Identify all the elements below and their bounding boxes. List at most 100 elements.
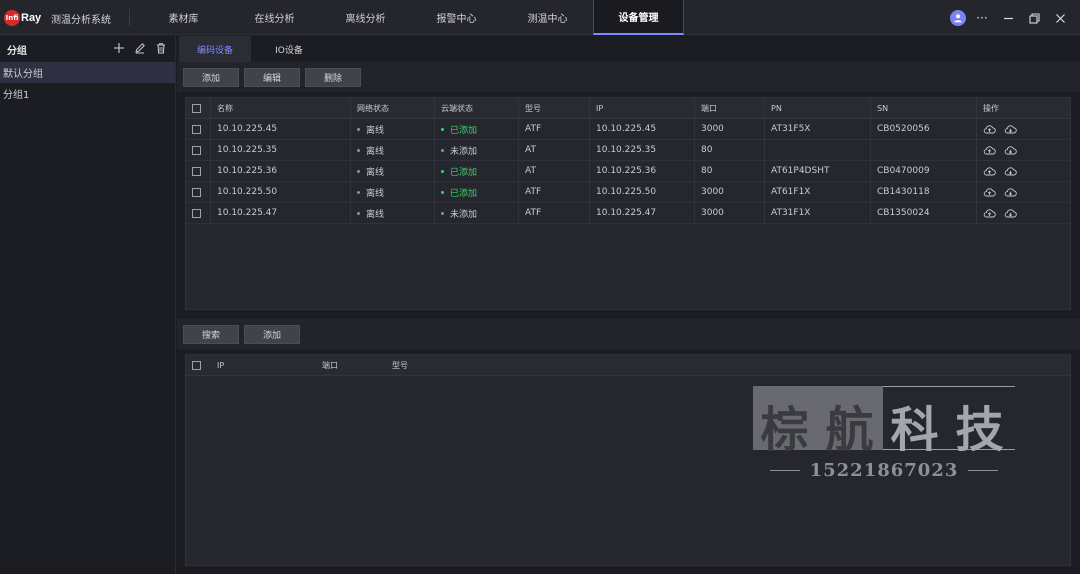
watermark-char: 航 bbox=[825, 402, 876, 458]
nav-tab-online-analysis[interactable]: 在线分析 bbox=[229, 0, 320, 35]
nav-tab-material[interactable]: 素材库 bbox=[138, 0, 229, 35]
group-sidebar: 分组 默认分组 分组1 bbox=[0, 36, 176, 574]
sidebar-item-group-1[interactable]: 分组1 bbox=[0, 83, 175, 104]
select-cell bbox=[186, 119, 211, 139]
user-avatar-icon[interactable] bbox=[950, 10, 966, 26]
minimize-icon[interactable] bbox=[998, 8, 1018, 28]
watermark-line bbox=[769, 469, 800, 471]
watermark-text: 棕 航 科 技 bbox=[753, 390, 1015, 458]
cell-ip: 10.10.225.50 bbox=[590, 182, 695, 202]
cell-pn-text: AT61P4DSHT bbox=[771, 166, 830, 176]
select-all-checkbox[interactable] bbox=[192, 360, 201, 370]
cell-ip-text: 10.10.225.35 bbox=[596, 145, 657, 155]
device-toolbar: 添加 编辑 删除 bbox=[177, 62, 1080, 92]
row-checkbox[interactable] bbox=[192, 187, 201, 197]
cell-port-text: 3000 bbox=[701, 208, 724, 218]
delete-device-button[interactable]: 删除 bbox=[305, 67, 361, 87]
table-row[interactable]: 10.10.225.36 离线 已添加 AT 10.10.225.36 80 AT61P4D… bbox=[186, 161, 1070, 182]
cell-port: 80 bbox=[695, 161, 765, 181]
cell-actions bbox=[977, 119, 1070, 139]
device-table-body: 10.10.225.45 离线 已添加 ATF 10.10.225.45 3000 AT31… bbox=[186, 119, 1070, 224]
cloud-download-icon[interactable] bbox=[1004, 144, 1017, 157]
nav-tab-alarm-center[interactable]: 报警中心 bbox=[411, 0, 502, 35]
cell-name: 10.10.225.35 bbox=[211, 140, 351, 160]
cell-ip: 10.10.225.36 bbox=[590, 161, 695, 181]
select-all-cell bbox=[186, 98, 211, 118]
search-button[interactable]: 搜索 bbox=[183, 324, 239, 344]
cell-pn-text: AT31F1X bbox=[771, 208, 811, 218]
cell-pn-text: AT61F1X bbox=[771, 187, 811, 197]
cloud-download-icon[interactable] bbox=[1004, 165, 1017, 178]
table-header: 名称 网络状态 云端状态 型号 IP 端口 PN SN 操作 bbox=[186, 98, 1070, 119]
header-actions: 操作 bbox=[983, 103, 999, 113]
header-model: 型号 bbox=[392, 360, 408, 370]
cell-ip: 10.10.225.47 bbox=[590, 203, 695, 223]
cloud-upload-icon[interactable] bbox=[983, 165, 996, 178]
tab-encoding-device[interactable]: 编码设备 bbox=[179, 36, 251, 62]
nav-tab-temperature-center[interactable]: 测温中心 bbox=[502, 0, 593, 35]
row-checkbox[interactable] bbox=[192, 124, 201, 134]
cell-actions bbox=[977, 203, 1070, 223]
delete-group-icon[interactable] bbox=[155, 42, 167, 54]
device-type-tabs: 编码设备 IO设备 bbox=[177, 36, 1080, 62]
more-icon[interactable]: ··· bbox=[972, 8, 992, 28]
cloud-upload-icon[interactable] bbox=[983, 144, 996, 157]
sidebar-item-default-group[interactable]: 默认分组 bbox=[0, 62, 175, 83]
cloud-upload-icon[interactable] bbox=[983, 207, 996, 220]
cloud-download-icon[interactable] bbox=[1004, 186, 1017, 199]
title-divider bbox=[129, 9, 130, 26]
row-checkbox[interactable] bbox=[192, 208, 201, 218]
cell-model: AT bbox=[519, 161, 590, 181]
cell-model-text: ATF bbox=[525, 187, 542, 197]
select-all-checkbox[interactable] bbox=[192, 103, 201, 113]
restore-icon[interactable] bbox=[1024, 8, 1044, 28]
main-content: 编码设备 IO设备 添加 编辑 删除 名称 网络状态 云端状态 型号 IP 端口… bbox=[177, 36, 1080, 574]
cloud-upload-icon[interactable] bbox=[983, 186, 996, 199]
add-device-button[interactable]: 添加 bbox=[183, 67, 239, 87]
tab-io-device[interactable]: IO设备 bbox=[253, 36, 325, 62]
cell-sn: CB1430118 bbox=[871, 182, 977, 202]
edit-group-icon[interactable] bbox=[134, 42, 146, 54]
close-icon[interactable] bbox=[1050, 8, 1070, 28]
cell-model-text: AT bbox=[525, 145, 536, 155]
header-model: 型号 bbox=[519, 98, 590, 118]
cell-pn: AT61P4DSHT bbox=[765, 161, 871, 181]
table-row[interactable]: 10.10.225.50 离线 已添加 ATF 10.10.225.50 3000 AT61… bbox=[186, 182, 1070, 203]
cloud-download-icon[interactable] bbox=[1004, 207, 1017, 220]
watermark-phone-row: 15221867023 bbox=[753, 459, 1015, 481]
logo-mark: Infi bbox=[4, 9, 20, 26]
header-ip: IP bbox=[217, 360, 225, 370]
logo-text: Ray bbox=[21, 11, 42, 24]
table-row[interactable]: 10.10.225.47 离线 未添加 ATF 10.10.225.47 3000 AT31… bbox=[186, 203, 1070, 224]
cell-pn bbox=[765, 140, 871, 160]
nav-tab-device-management[interactable]: 设备管理 bbox=[593, 0, 684, 35]
add-group-icon[interactable] bbox=[113, 42, 125, 54]
nav-tab-offline-analysis[interactable]: 离线分析 bbox=[320, 0, 411, 35]
cell-model: ATF bbox=[519, 119, 590, 139]
cell-ip: 10.10.225.35 bbox=[590, 140, 695, 160]
status-dot-gray bbox=[357, 127, 360, 131]
cell-network-status-text: 离线 bbox=[366, 209, 385, 220]
cloud-download-icon[interactable] bbox=[1004, 123, 1017, 136]
table-row[interactable]: 10.10.225.45 离线 已添加 ATF 10.10.225.45 3000 AT31… bbox=[186, 119, 1070, 140]
row-checkbox[interactable] bbox=[192, 166, 201, 176]
cell-cloud-status-text: 已添加 bbox=[450, 188, 478, 199]
cell-sn-text: CB0520056 bbox=[877, 124, 930, 134]
watermark-phone: 15221867023 bbox=[809, 459, 959, 481]
header-port: 端口 bbox=[322, 360, 338, 370]
header-network-status: 网络状态 bbox=[351, 98, 435, 118]
watermark: 棕 航 科 技 15221867023 bbox=[753, 386, 1015, 486]
add-searched-button[interactable]: 添加 bbox=[244, 324, 300, 344]
app-logo: Infi Ray bbox=[4, 9, 41, 26]
cloud-upload-icon[interactable] bbox=[983, 123, 996, 136]
status-dot-gray bbox=[441, 148, 444, 152]
edit-device-button[interactable]: 编辑 bbox=[244, 67, 300, 87]
row-checkbox[interactable] bbox=[192, 145, 201, 155]
table-row[interactable]: 10.10.225.35 离线 未添加 AT 10.10.225.35 80 bbox=[186, 140, 1070, 161]
device-table: 名称 网络状态 云端状态 型号 IP 端口 PN SN 操作 10.10.225… bbox=[185, 97, 1071, 310]
table-header: IP 端口 型号 bbox=[186, 355, 1070, 376]
search-toolbar: 搜索 添加 bbox=[177, 319, 1080, 349]
cell-sn: CB0520056 bbox=[871, 119, 977, 139]
cell-sn bbox=[871, 140, 977, 160]
cell-pn-text: AT31F5X bbox=[771, 124, 811, 134]
